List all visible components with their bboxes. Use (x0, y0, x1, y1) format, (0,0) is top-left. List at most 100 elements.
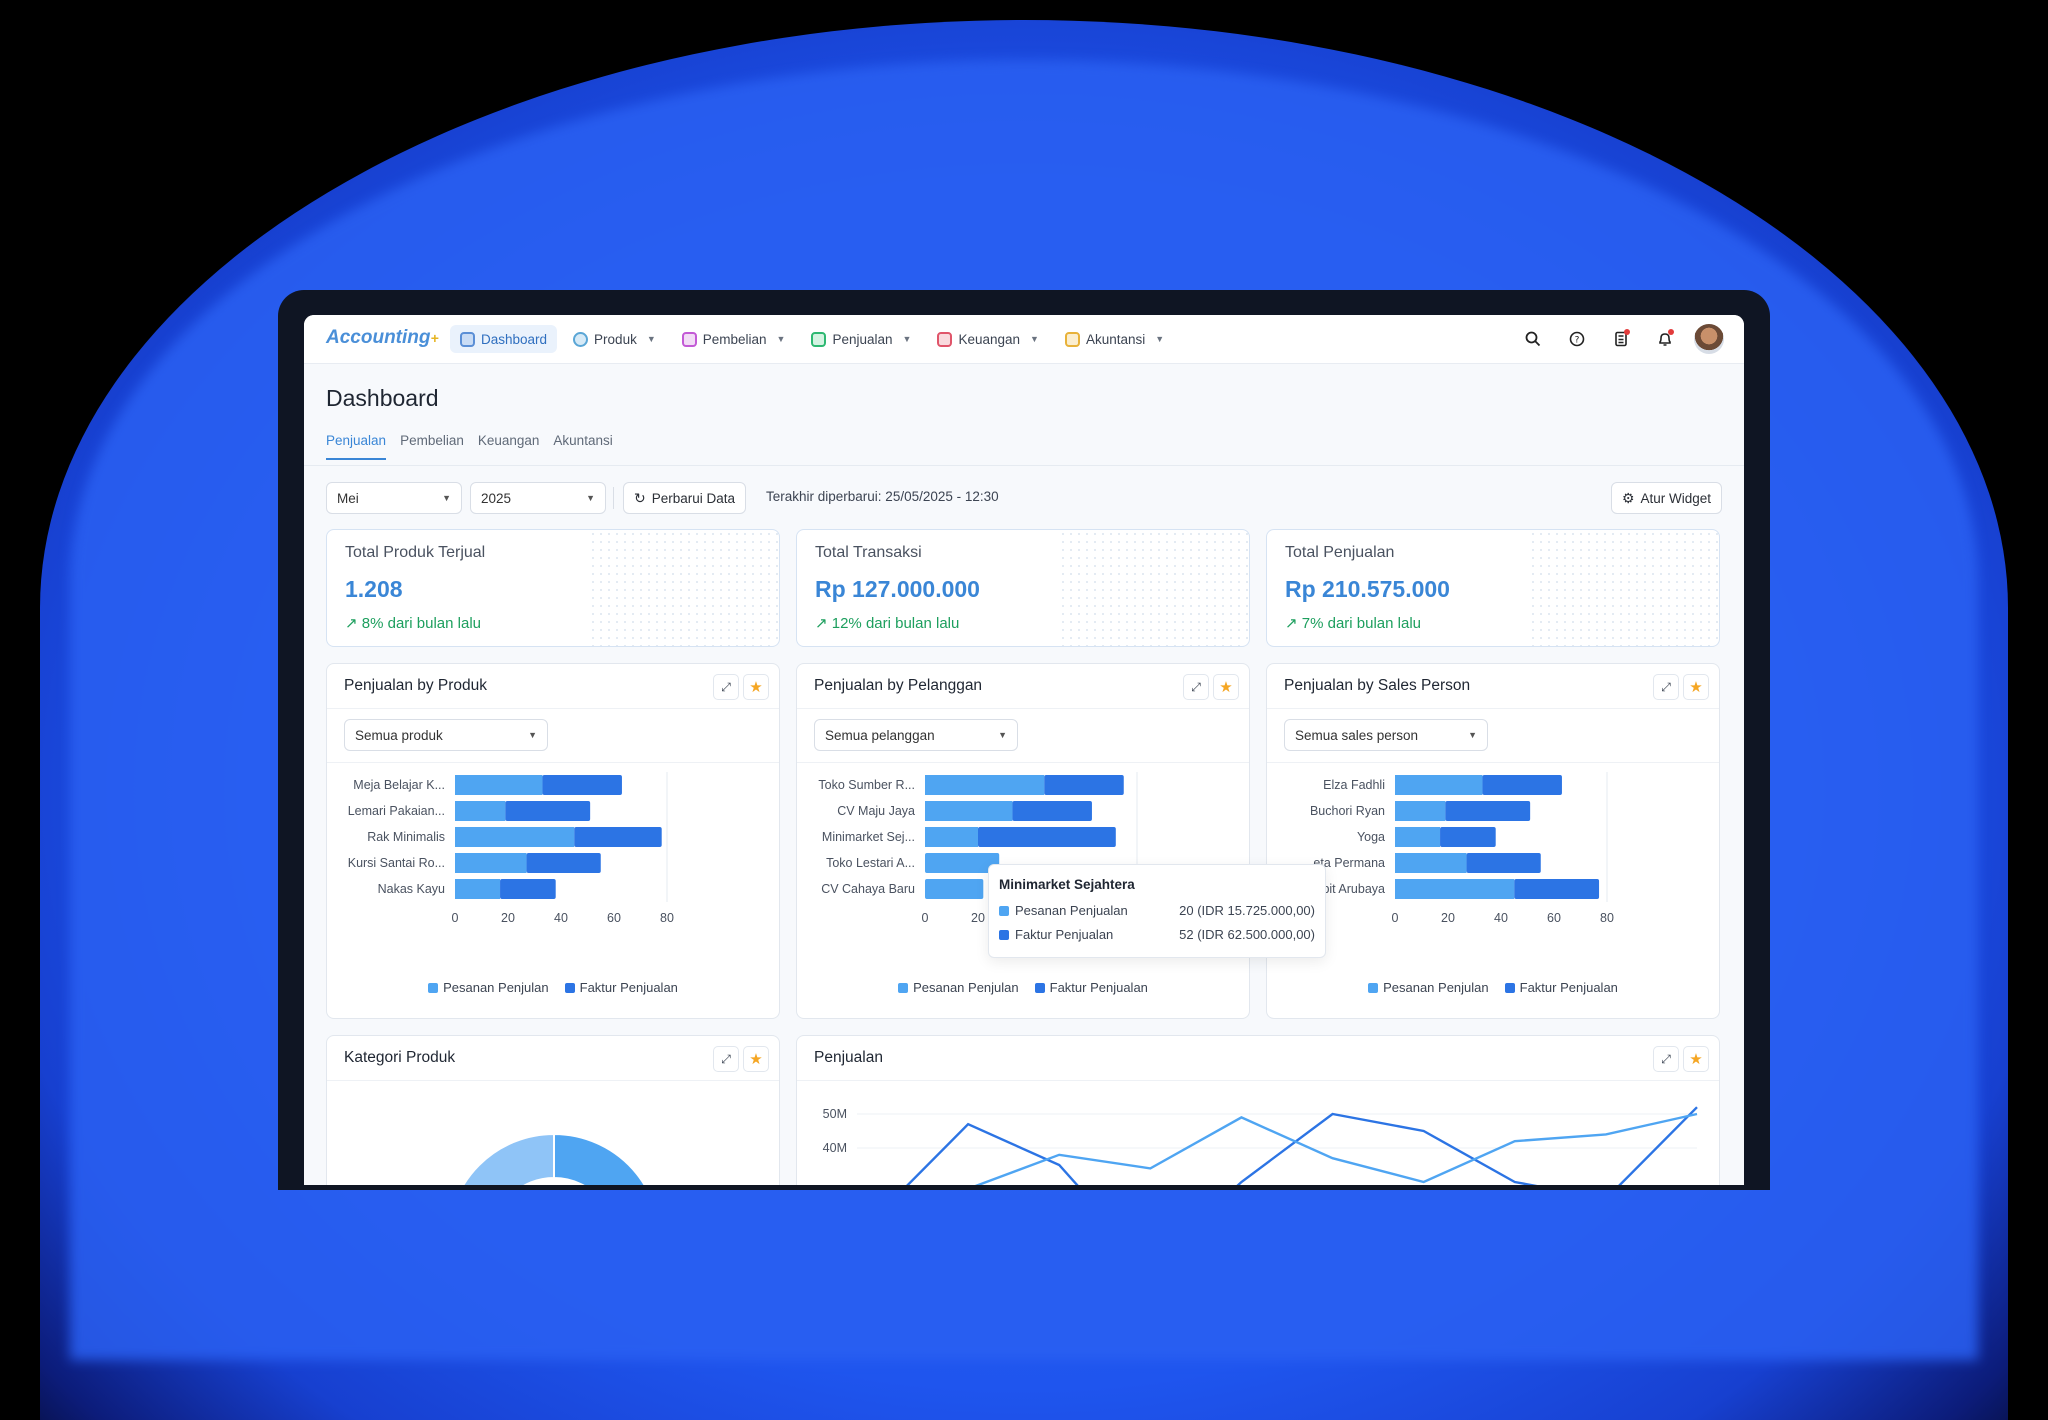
chevron-down-icon: ▼ (1030, 334, 1039, 344)
legend-swatch (564, 983, 575, 993)
widget-title: Kategori Produk (344, 1049, 456, 1066)
nav-produk[interactable]: Produk ▼ (563, 325, 666, 353)
widget-title: Penjualan (814, 1049, 883, 1066)
filter-value: Semua produk (355, 727, 443, 743)
tab-akuntansi[interactable]: Akuntansi (553, 433, 612, 460)
chart-legend: Pesanan Penjulan Faktur Penjualan (1267, 980, 1719, 995)
widget-header: Penjualan by Pelanggan ⤢ ★ (797, 664, 1249, 709)
tab-keuangan[interactable]: Keuangan (478, 433, 540, 460)
nav-penjualan[interactable]: Penjualan ▼ (801, 325, 921, 353)
widget-header: Penjualan by Sales Person ⤢ ★ (1267, 664, 1719, 709)
tick-label: 40M (823, 1141, 847, 1155)
chevron-down-icon: ▼ (1155, 334, 1165, 344)
bar-segment (1482, 775, 1562, 795)
star-icon[interactable]: ★ (743, 1046, 769, 1072)
nav-dashboard[interactable]: Dashboard (450, 325, 558, 353)
legend-item-pesanan[interactable]: Pesanan Penjulan (898, 980, 1019, 995)
tooltip-title: Minimarket Sejahtera (999, 877, 1135, 892)
star-icon[interactable]: ★ (743, 674, 769, 700)
bar-segment (574, 827, 662, 847)
calculator-icon[interactable] (1606, 324, 1636, 354)
category-label: Buchori Ryan (1310, 804, 1385, 818)
bar-segment (1012, 801, 1092, 821)
chevron-down-icon: ▼ (646, 334, 656, 344)
tab-penjualan[interactable]: Penjualan (326, 433, 387, 460)
nav-label: Keuangan (958, 331, 1021, 347)
stat-card-transaksi: Total Transaksi Rp 127.000.000 ↗ 12% dar… (796, 529, 1250, 647)
dot-pattern (1529, 530, 1719, 646)
bar-segment (978, 827, 1116, 847)
refresh-label: Perbarui Data (651, 490, 736, 506)
search-icon[interactable] (1518, 324, 1548, 354)
tooltip-row: Faktur Penjualan 52 (IDR 62.500.000,00) (999, 927, 1315, 942)
bar-segment (1466, 853, 1541, 873)
tooltip-value: 52 (IDR 62.500.000,00) (1179, 927, 1315, 942)
bar-chart-sales: Elza FadhliBuchori RyanYoga...eta Perman… (1303, 772, 1614, 925)
avatar[interactable] (1694, 324, 1724, 354)
salesperson-filter-select[interactable]: Semua sales person ▼ (1284, 719, 1488, 751)
donut-slice (462, 1132, 555, 1185)
nav-actions: ? (1518, 324, 1724, 354)
category-label: CV Maju Jaya (837, 804, 915, 818)
bar-segment (505, 801, 591, 821)
stat-value: Rp 210.575.000 (1285, 576, 1450, 602)
star-icon[interactable]: ★ (1683, 674, 1709, 700)
refresh-button[interactable]: ↻ Perbarui Data (623, 482, 747, 514)
ledger-icon (1064, 331, 1080, 347)
category-label: CV Cahaya Baru (821, 882, 915, 896)
star-icon[interactable]: ★ (1683, 1046, 1709, 1072)
series-line (974, 1112, 1698, 1185)
category-label: Elza Fadhli (1323, 778, 1385, 792)
category-label: Toko Lestari A... (826, 856, 915, 870)
expand-icon[interactable]: ⤢ (713, 674, 739, 700)
nav-label: Pembelian (702, 331, 767, 347)
dashboard-tabs: Penjualan Pembelian Keuangan Akuntansi (326, 433, 613, 460)
expand-icon[interactable]: ⤢ (1653, 1046, 1679, 1072)
bar-segment (542, 775, 622, 795)
legend-item-faktur[interactable]: Faktur Penjualan (1034, 980, 1148, 995)
legend-swatch (1368, 983, 1379, 993)
notification-dot (1668, 329, 1674, 335)
year-select[interactable]: 2025 ▼ (470, 482, 606, 514)
star-icon[interactable]: ★ (1213, 674, 1239, 700)
widget-settings-label: Atur Widget (1640, 490, 1711, 506)
customer-filter-select[interactable]: Semua pelanggan ▼ (814, 719, 1018, 751)
bar-segment (1445, 801, 1531, 821)
product-filter-select[interactable]: Semua produk ▼ (344, 719, 548, 751)
legend-item-pesanan[interactable]: Pesanan Penjulan (1368, 980, 1489, 995)
category-label: Meja Belajar K... (353, 778, 445, 792)
bar-segment (1514, 879, 1600, 899)
bell-icon[interactable] (1650, 324, 1680, 354)
widget-header: Penjualan ⤢ ★ (797, 1036, 1719, 1081)
bar-segment (1395, 879, 1515, 899)
nav-pembelian[interactable]: Pembelian ▼ (672, 325, 796, 353)
nav-akuntansi[interactable]: Akuntansi ▼ (1055, 325, 1174, 353)
chevron-down-icon: ▼ (1468, 730, 1477, 740)
bar-segment (925, 827, 978, 847)
widget-title: Penjualan by Pelanggan (814, 677, 983, 694)
help-icon[interactable]: ? (1562, 324, 1592, 354)
legend-item-pesanan[interactable]: Pesanan Penjulan (428, 980, 549, 995)
expand-icon[interactable]: ⤢ (1653, 674, 1679, 700)
widget-header: Kategori Produk ⤢ ★ (327, 1036, 779, 1081)
chevron-down-icon: ▼ (442, 493, 451, 503)
receipt-icon (811, 331, 827, 347)
tab-pembelian[interactable]: Pembelian (400, 433, 464, 460)
bar-segment (925, 879, 984, 899)
legend-item-faktur[interactable]: Faktur Penjualan (564, 980, 678, 995)
app-logo[interactable]: Accounting+ (326, 327, 439, 349)
nav-label: Akuntansi (1085, 331, 1146, 347)
toolbar-separator (613, 487, 614, 509)
page-title: Dashboard (326, 385, 439, 411)
filter-value: Semua pelanggan (825, 727, 935, 743)
bar-segment (925, 775, 1045, 795)
expand-icon[interactable]: ⤢ (713, 1046, 739, 1072)
widget-settings-button[interactable]: ⚙ Atur Widget (1610, 482, 1722, 514)
tooltip-row-label: Pesanan Penjualan (999, 903, 1128, 918)
year-value: 2025 (481, 490, 512, 506)
legend-label: Pesanan Penjulan (1383, 980, 1489, 995)
nav-keuangan[interactable]: Keuangan ▼ (927, 325, 1048, 353)
legend-item-faktur[interactable]: Faktur Penjualan (1504, 980, 1618, 995)
expand-icon[interactable]: ⤢ (1183, 674, 1209, 700)
month-select[interactable]: Mei ▼ (326, 482, 462, 514)
